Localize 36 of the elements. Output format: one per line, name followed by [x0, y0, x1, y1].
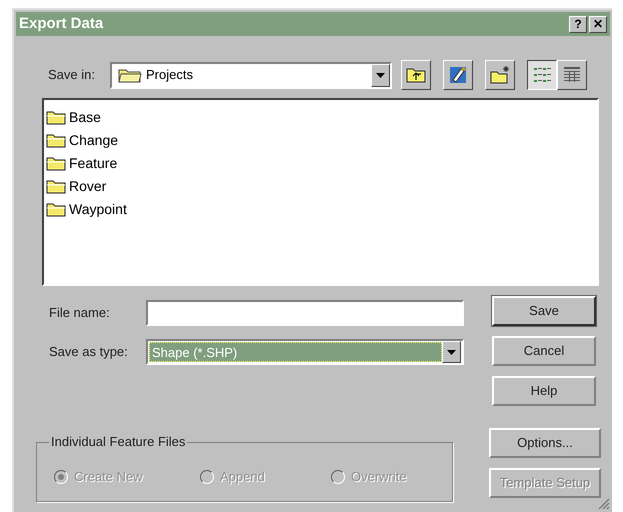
folder-name[interactable]: Rover [69, 176, 106, 197]
file-name-label: File name: [48, 304, 111, 322]
options-button[interactable]: Options... [489, 428, 601, 458]
new-folder-button[interactable] [485, 60, 515, 90]
dropdown-button[interactable] [442, 341, 461, 363]
resize-grip-icon[interactable] [598, 498, 610, 510]
save-as-type-label: Save as type: [48, 343, 129, 362]
file-name-field[interactable] [146, 300, 464, 326]
list-view-button[interactable] [527, 60, 557, 90]
folder-name[interactable]: Base [69, 107, 101, 128]
close-button[interactable]: ✕ [589, 16, 607, 32]
desktop-button[interactable] [443, 60, 473, 90]
caret-icon [447, 350, 456, 354]
dropdown-button[interactable] [371, 64, 390, 86]
save-in-value: Projects [146, 66, 194, 84]
folder-name[interactable]: Change [69, 130, 118, 151]
save-in-dropdown[interactable]: Projects [110, 62, 392, 88]
folder-icon [46, 156, 66, 171]
help-button[interactable]: Help [492, 376, 596, 406]
up-folder-button[interactable] [401, 60, 431, 90]
details-view-button[interactable] [557, 60, 587, 90]
folder-name[interactable]: Waypoint [69, 199, 127, 220]
cancel-button[interactable]: Cancel [492, 336, 596, 366]
save-as-type-value: Shape (*.SHP) [149, 342, 442, 362]
new-folder-icon [489, 64, 511, 86]
window-title: Export Data [19, 14, 104, 34]
save-button[interactable]: Save [492, 296, 596, 326]
folder-icon [46, 133, 66, 148]
folder-name[interactable]: Feature [69, 153, 118, 174]
folder-icon [118, 67, 142, 83]
folder-icon [46, 179, 66, 194]
save-in-label: Save in: [48, 66, 96, 84]
help-button[interactable]: ? [569, 16, 587, 32]
caret-icon [376, 72, 385, 78]
folder-icon [46, 110, 66, 125]
folder-icon [46, 202, 66, 217]
